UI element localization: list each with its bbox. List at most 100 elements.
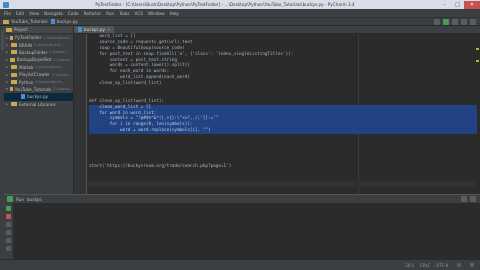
project-tree-item[interactable]: buckys.py	[4, 93, 73, 101]
menu-navigate[interactable]: Navigate	[44, 11, 63, 16]
lock-icon[interactable]	[457, 262, 461, 267]
project-tree-item[interactable]: ▸ External Libraries	[4, 101, 73, 108]
toolbar-actions	[434, 18, 480, 25]
project-tree-item[interactable]: ▸ PlaylistCrawler C:\Users\...	[4, 71, 73, 78]
project-tree-item[interactable]: ▾ YouTube_Tutorials C:\Users\...	[4, 86, 73, 93]
print-icon[interactable]	[6, 230, 11, 235]
clear-icon[interactable]	[6, 238, 11, 243]
close-tab-icon[interactable]: ×	[107, 27, 110, 32]
code-line[interactable]	[89, 187, 477, 193]
debug-icon[interactable]	[452, 18, 458, 25]
close-button[interactable]: ✕	[464, 0, 480, 9]
python-file-icon	[50, 19, 55, 24]
settings-icon[interactable]	[461, 196, 467, 202]
warning-marker[interactable]	[476, 60, 479, 62]
project-tree-item[interactable]: ▸ BackupBuyerBot C:\Users\...	[4, 56, 73, 63]
editor-tab-buckys[interactable]: buckys.py ×	[74, 26, 115, 33]
tree-item-label: PyTestFolder	[15, 35, 42, 41]
folder-icon	[3, 19, 9, 24]
expand-arrow-icon[interactable]: ▸	[6, 58, 8, 62]
tree-item-label: YouTube_Tutorials	[14, 86, 52, 92]
tree-item-path: C:\Users\...	[53, 87, 73, 92]
expand-arrow-icon[interactable]: ▸	[6, 43, 9, 47]
pycharm-logo-icon	[3, 1, 9, 8]
menu-run[interactable]: Run	[106, 11, 114, 16]
tree-item-label: BackupBuyerBot	[16, 57, 52, 63]
expand-arrow-icon[interactable]: ▸	[6, 80, 9, 84]
warning-marker[interactable]	[476, 48, 479, 50]
run-icon	[7, 196, 13, 202]
project-panel-header: Project	[4, 26, 73, 34]
tree-item-label: External Libraries	[19, 101, 56, 107]
project-icon	[6, 27, 12, 32]
tree-item-path: C:\Users\...	[49, 50, 69, 55]
title-bar: PyTestFolder - [C:\Users\Buck\Desktop\Py…	[0, 0, 480, 9]
line-gutter[interactable]	[74, 34, 87, 194]
run-toolbar	[4, 203, 13, 259]
file-encoding[interactable]: UTF-8	[436, 263, 448, 268]
project-panel: Project ▸ PyTestFolder C:\Users\Buck\... ▸ B…	[4, 26, 74, 194]
menu-tools[interactable]: Tools	[119, 11, 129, 16]
breadcrumb-folder[interactable]: YouTube_Tutorials	[3, 19, 48, 24]
project-tree-item[interactable]: ▸ BackupFolder C:\Users\...	[4, 49, 73, 56]
tree-item-label: Matlab	[19, 64, 34, 70]
tree-item-path: C:\Users\...	[51, 72, 72, 77]
run-icon[interactable]	[443, 18, 449, 25]
menu-window[interactable]: Window	[148, 11, 165, 16]
expand-arrow-icon[interactable]: ▸	[6, 102, 9, 106]
tree-item-path: C:\Users\...	[53, 57, 73, 62]
project-panel-title: Project	[14, 27, 28, 32]
expand-arrow-icon[interactable]: ▸	[6, 73, 9, 77]
run-panel-controls	[461, 196, 480, 202]
code-area[interactable]: word_list = [] source_code = requests.ge…	[89, 34, 477, 193]
breadcrumb-folder-label: YouTube_Tutorials	[11, 19, 48, 24]
menu-bar: File Edit View Navigate Code Refactor Ru…	[0, 9, 480, 17]
run-config-dropdown-icon[interactable]	[434, 18, 440, 25]
expand-arrow-icon[interactable]: ▸	[6, 65, 9, 69]
stop-icon[interactable]	[6, 214, 11, 219]
tree-item-path: C:\Users\Buck\...	[43, 35, 73, 40]
menu-vcs[interactable]: VCS	[135, 11, 143, 16]
menu-refactor[interactable]: Refactor	[84, 11, 102, 16]
tree-item-label: buckys.py	[27, 94, 49, 100]
window-title: PyTestFolder - [C:\Users\Buck\Desktop\Py…	[95, 2, 355, 7]
project-tree-item[interactable]: ▸ BRAIN C:\Users\Buck\...	[4, 41, 73, 48]
minimize-button[interactable]: –	[438, 1, 451, 9]
caret-position[interactable]: 26:1	[405, 263, 414, 268]
python-file-icon	[78, 27, 82, 32]
expand-arrow-icon[interactable]: ▸	[6, 50, 9, 54]
project-tree-item[interactable]: ▸ Matlab C:\Users\Buck\...	[4, 64, 73, 71]
menu-help[interactable]: Help	[170, 11, 180, 16]
project-tree-item[interactable]: ▸ Python C:\Users\Buck\...	[4, 78, 73, 85]
breadcrumb-file[interactable]: buckys.py	[50, 19, 78, 24]
folder-icon	[11, 80, 17, 85]
tree-item-label: BRAIN	[19, 42, 32, 48]
folder-icon	[11, 50, 17, 55]
breadcrumb-file-label: buckys.py	[56, 19, 78, 24]
pin-icon[interactable]	[6, 246, 11, 251]
editor-tab-bar: buckys.py ×	[74, 26, 480, 34]
inspector-icon[interactable]	[470, 262, 474, 267]
hide-panel-icon[interactable]	[470, 196, 476, 202]
expand-arrow-icon[interactable]: ▾	[6, 87, 8, 91]
folder-icon	[11, 43, 17, 48]
tree-item-label: PlaylistCrawler	[19, 72, 50, 78]
settings-icon[interactable]	[461, 18, 467, 25]
maximize-button[interactable]: □	[451, 1, 464, 9]
folder-icon	[10, 57, 15, 62]
project-tree-item[interactable]: ▸ PyTestFolder C:\Users\Buck\...	[4, 34, 73, 41]
python-file-icon	[21, 94, 25, 100]
folder-icon	[11, 72, 17, 77]
help-icon[interactable]	[470, 18, 476, 25]
menu-code[interactable]: Code	[68, 11, 79, 16]
menu-edit[interactable]: Edit	[16, 11, 24, 16]
scroll-to-end-icon[interactable]	[6, 222, 11, 227]
navigation-bar: YouTube_Tutorials buckys.py	[0, 17, 480, 26]
line-separator[interactable]: CRLF	[420, 263, 430, 268]
code-editor[interactable]: word_list = [] source_code = requests.ge…	[74, 34, 480, 194]
folder-icon	[11, 102, 17, 107]
menu-file[interactable]: File	[4, 11, 11, 16]
rerun-icon[interactable]	[6, 206, 11, 211]
menu-view[interactable]: View	[29, 11, 39, 16]
expand-arrow-icon[interactable]: ▸	[6, 36, 8, 40]
